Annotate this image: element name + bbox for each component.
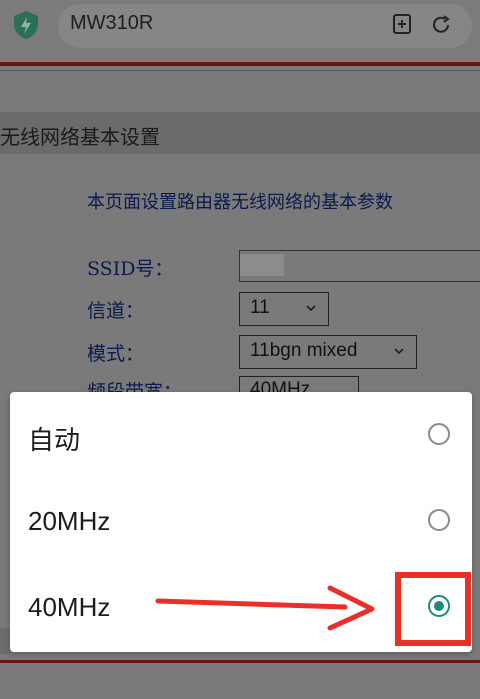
ssid-redacted	[240, 254, 284, 276]
page-partial-element	[0, 628, 10, 654]
mode-value: 11bgn mixed	[250, 340, 358, 361]
bandwidth-label: 频段带宽：	[87, 377, 182, 392]
shield-icon[interactable]	[12, 10, 40, 40]
radio-button-unchecked[interactable]	[428, 423, 450, 445]
ssid-label: SSID号：	[87, 258, 174, 280]
radio-button-unchecked[interactable]	[428, 509, 450, 531]
bandwidth-select[interactable]: 40MHz	[239, 376, 359, 393]
option-auto[interactable]: 自动	[10, 394, 472, 480]
option-label: 自动	[28, 425, 81, 455]
mode-label: 模式：	[87, 343, 145, 365]
option-label: 40MHz	[28, 592, 111, 622]
chevron-down-icon	[306, 305, 316, 312]
channel-select[interactable]: 11	[239, 292, 329, 326]
browser-top-bar: MW310R	[0, 0, 480, 62]
bookmark-add-icon[interactable]	[392, 14, 412, 34]
page-title: MW310R	[70, 12, 154, 34]
bandwidth-options-dialog: 自动 20MHz 40MHz	[10, 392, 472, 652]
option-label: 20MHz	[28, 506, 111, 536]
chevron-down-icon	[394, 348, 404, 355]
page-description: 本页面设置路由器无线网络的基本参数	[87, 192, 393, 213]
channel-label: 信道：	[87, 300, 145, 322]
footer-divider	[0, 660, 480, 663]
bandwidth-value: 40MHz	[250, 379, 311, 393]
option-40mhz[interactable]: 40MHz	[10, 566, 472, 652]
channel-value: 11	[250, 297, 270, 318]
mode-select[interactable]: 11bgn mixed	[239, 335, 417, 369]
bandwidth-label-text: 频段带宽：	[87, 381, 183, 392]
header-divider-thin	[0, 70, 480, 71]
header-divider	[0, 62, 480, 66]
reload-icon[interactable]	[430, 14, 452, 36]
radio-button-checked[interactable]	[428, 595, 450, 617]
section-title: 无线网络基本设置	[0, 125, 160, 149]
radio-checked-dot	[434, 601, 444, 611]
option-20mhz[interactable]: 20MHz	[10, 480, 472, 566]
